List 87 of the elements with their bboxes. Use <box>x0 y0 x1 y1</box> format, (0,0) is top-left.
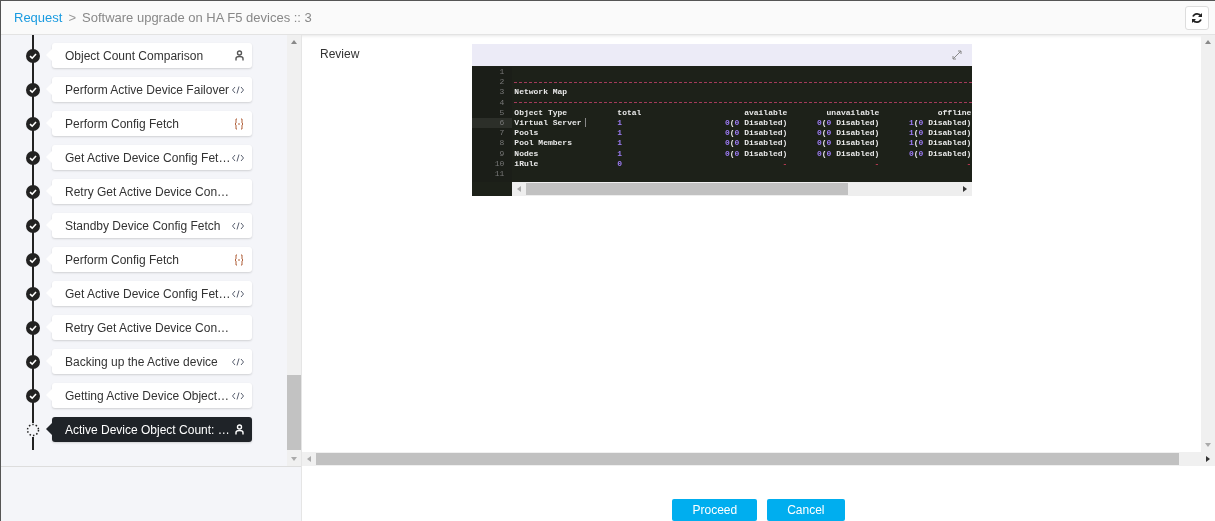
code-text: available <box>743 107 788 118</box>
line-number: 5 <box>498 107 506 118</box>
code-number: 0 <box>617 158 624 169</box>
line-number: 6 <box>472 117 513 129</box>
person-icon <box>235 50 244 61</box>
step-label: Get Active Device Config Fet… <box>65 150 231 165</box>
code-icon <box>232 221 244 230</box>
code-text: 0(0 Disabled) <box>815 148 880 159</box>
scrollbar[interactable] <box>287 35 301 466</box>
code-text: Object Type <box>514 107 569 118</box>
person-icon <box>235 424 244 435</box>
code-number: 1 <box>617 128 624 139</box>
line-number: 7 <box>498 128 506 139</box>
line-number: 11 <box>493 168 506 180</box>
braces-icon <box>234 117 244 130</box>
breadcrumb-separator: > <box>68 10 76 25</box>
line-number: 1 <box>498 67 506 78</box>
review-label: Review <box>320 47 360 63</box>
code-text: 1(0 Disabled) <box>907 117 972 129</box>
code-text: - <box>965 158 972 169</box>
code-number: 1 <box>617 117 624 129</box>
scrollbar[interactable] <box>512 182 973 196</box>
code-icon <box>232 289 244 298</box>
refresh-icon <box>1191 11 1203 24</box>
code-text: Network Map <box>514 87 569 98</box>
checkmark-icon <box>26 320 40 335</box>
code-text: unavailable <box>825 107 880 118</box>
code-text: 0(0 Disabled) <box>723 148 788 159</box>
checkmark-icon <box>26 388 40 403</box>
line-number: 3 <box>498 87 506 98</box>
code-number: 1 <box>617 138 624 149</box>
code-text: - <box>873 158 880 169</box>
code-text: 0(0 Disabled) <box>815 117 880 129</box>
step-label: Standby Device Config Fetch <box>65 218 221 233</box>
code-editor[interactable] <box>472 44 973 196</box>
step-label: Backing up the Active device <box>65 354 218 369</box>
step-label: Object Count Comparison <box>65 48 204 63</box>
code-icon <box>232 357 244 366</box>
code-text: 0(0 Disabled) <box>815 128 880 139</box>
code-text: 1(0 Disabled) <box>907 128 972 139</box>
step-label: Retry Get Active Device Con… <box>65 320 230 335</box>
code-text: 0(0 Disabled) <box>723 138 788 149</box>
line-number: 2 <box>498 77 506 88</box>
breadcrumb-current: Software upgrade on HA F5 devices :: 3 <box>82 10 312 25</box>
step-label: Perform Active Device Failover <box>65 82 230 97</box>
checkmark-icon <box>26 48 40 63</box>
code-icon <box>232 153 244 162</box>
code-text: - <box>781 158 788 169</box>
line-number: 9 <box>498 148 506 159</box>
step-label: Getting Active Device Object… <box>65 388 230 403</box>
checkmark-icon <box>26 116 40 131</box>
scrollbar[interactable] <box>1201 35 1215 452</box>
step-label: Perform Config Fetch <box>65 252 180 267</box>
scrollbar[interactable] <box>302 452 1215 466</box>
code-text: offline <box>936 107 972 118</box>
code-text: Pool Members <box>514 138 573 149</box>
line-number: 10 <box>493 158 506 169</box>
expand-icon <box>952 50 963 60</box>
braces-icon <box>234 253 244 266</box>
step-label: Perform Config Fetch <box>65 116 180 131</box>
code-text: Virtual Server <box>514 117 618 129</box>
checkmark-icon <box>26 252 40 267</box>
checkmark-icon <box>26 184 40 199</box>
line-number: 8 <box>498 138 506 149</box>
code-text: 0(0 Disabled) <box>815 138 880 149</box>
code-text: 0(0 Disabled) <box>723 117 788 129</box>
code-text: 1(0 Disabled) <box>907 138 972 149</box>
checkmark-icon <box>26 354 40 369</box>
step-label: Get Active Device Config Fet… <box>65 286 231 301</box>
refresh-button[interactable] <box>1185 5 1209 30</box>
code-text: iRule <box>514 158 540 169</box>
checkmark-icon <box>26 150 40 165</box>
spinner-icon <box>26 422 40 437</box>
code-text: Nodes <box>514 148 540 159</box>
code-text: 0(0 Disabled) <box>723 128 788 139</box>
code-icon <box>232 391 244 400</box>
step-label: Active Device Object Count: … <box>65 422 230 437</box>
checkmark-icon <box>26 82 40 97</box>
step-label: Retry Get Active Device Con… <box>65 184 230 199</box>
line-number: 4 <box>498 97 506 108</box>
code-text: 0(0 Disabled) <box>907 148 972 159</box>
checkmark-icon <box>26 286 40 301</box>
code-number: 1 <box>617 148 624 159</box>
code-text: total <box>617 107 643 118</box>
code-icon <box>232 85 244 94</box>
code-text: Pools <box>514 128 540 139</box>
checkmark-icon <box>26 218 40 233</box>
